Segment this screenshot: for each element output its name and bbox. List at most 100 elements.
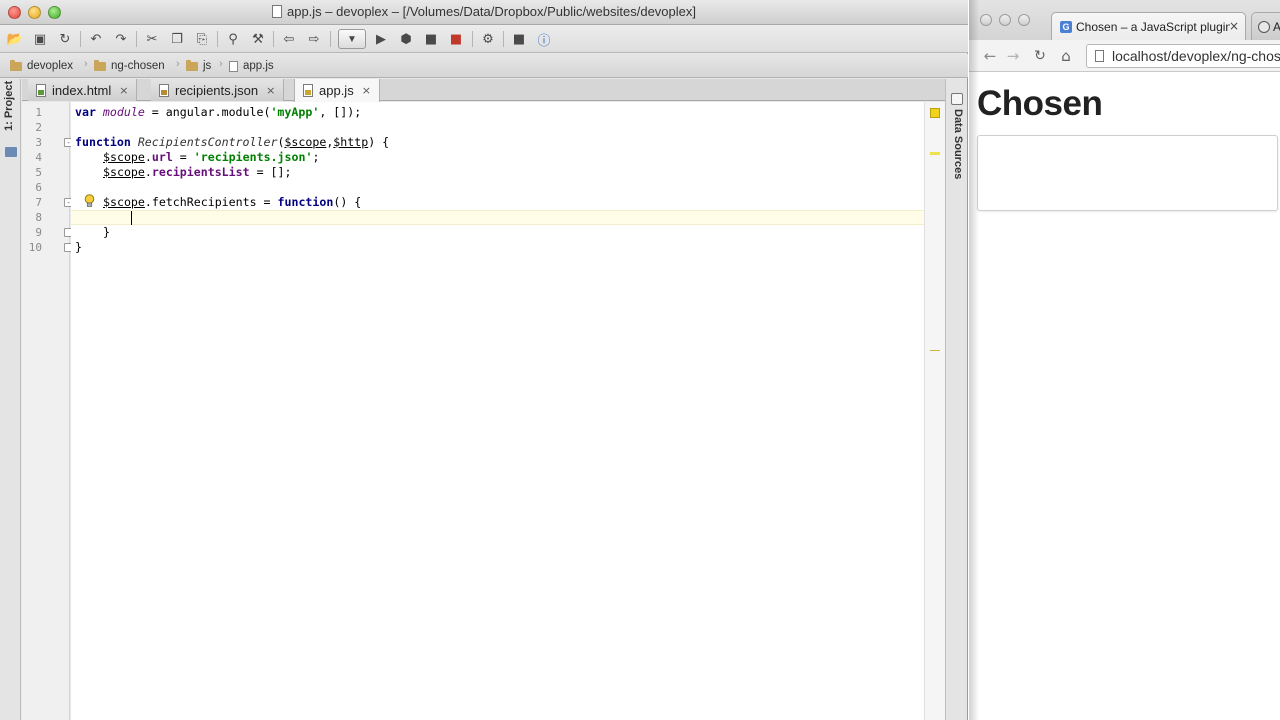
line-number: 5 <box>35 166 42 179</box>
main-toolbar: 📂 ▣ ↻ ↶ ↷ ✂ ❐ ⎘ ⚲ ⚒ ⇦ ⇨ ▼ ▶ ⬢ ■ ■ ⚙ ■ ⓘ <box>0 25 968 53</box>
code-editor[interactable]: var module = angular.module('myApp', [])… <box>71 102 924 720</box>
code-line-1: var module = angular.module('myApp', [])… <box>75 105 361 120</box>
browser-tab-active[interactable]: G Chosen – a JavaScript plugin × <box>1051 12 1246 40</box>
coverage-icon[interactable]: ■ <box>421 29 441 49</box>
google-favicon-icon: G <box>1060 20 1072 33</box>
code-line-10: } <box>75 240 82 254</box>
close-tab-button[interactable]: × <box>362 84 371 97</box>
keyword: function <box>277 195 334 209</box>
line-number: 9 <box>35 226 42 239</box>
breadcrumb: devoplex › ng-chosen › js › app.js <box>0 54 968 78</box>
parameter: $scope <box>103 150 145 164</box>
window-title: app.js – devoplex – [/Volumes/Data/Dropb… <box>0 4 968 19</box>
redo-icon[interactable]: ↷ <box>111 29 131 49</box>
line-number-gutter: 1 2 3 4 5 6 7 8 9 10 - - <box>22 102 73 720</box>
breadcrumb-label: devoplex <box>27 60 74 72</box>
breadcrumb-item[interactable]: js <box>186 58 211 74</box>
tab-app-js[interactable]: app.js × <box>294 79 380 102</box>
run-configuration-dropdown[interactable]: ▼ <box>338 29 366 49</box>
editor-tabbar: index.html × recipients.json × app.js × <box>22 79 945 102</box>
save-icon[interactable]: ▣ <box>30 29 50 49</box>
tab-label: recipients.json <box>175 82 259 98</box>
database-icon[interactable] <box>951 93 963 105</box>
browser-window: G Chosen – a JavaScript plugin × A ← → ↻… <box>969 0 1280 720</box>
string-literal: 'recipients.json' <box>193 150 313 164</box>
help-icon[interactable]: ⓘ <box>534 29 554 49</box>
tab-index-html[interactable]: index.html × <box>28 79 138 101</box>
line-number: 8 <box>35 211 42 224</box>
current-line-highlight <box>71 210 924 225</box>
page-icon <box>1095 50 1104 62</box>
breadcrumb-item[interactable]: app.js <box>229 58 274 74</box>
find-icon[interactable]: ⚲ <box>223 29 243 49</box>
breadcrumb-separator: › <box>176 58 180 70</box>
line-number: 1 <box>35 106 42 119</box>
code-text: . <box>144 150 152 164</box>
breadcrumb-label: js <box>203 60 212 72</box>
settings-icon[interactable]: ⚙ <box>478 29 498 49</box>
forward-arrow-icon[interactable]: → <box>1003 46 1023 66</box>
browser-page-content: Chosen <box>969 73 1280 720</box>
back-arrow-icon[interactable]: ← <box>980 46 1000 66</box>
breadcrumb-separator: › <box>219 58 223 70</box>
chosen-select-container[interactable] <box>977 135 1278 211</box>
project-tool-window-button[interactable]: 1: Project <box>3 81 19 157</box>
forward-navigation-icon[interactable]: ⇨ <box>304 29 324 49</box>
breadcrumb-item[interactable]: ng-chosen <box>94 58 165 74</box>
debug-icon[interactable]: ⬢ <box>396 29 416 49</box>
browser-close-button[interactable] <box>980 14 992 26</box>
warning-marker[interactable] <box>930 350 940 351</box>
property: url <box>151 150 173 164</box>
browser-minimize-button[interactable] <box>999 14 1011 26</box>
code-line-3: function RecipientsController($scope,$ht… <box>75 135 389 150</box>
structure-icon[interactable]: ■ <box>509 29 529 49</box>
sync-icon[interactable]: ↻ <box>55 29 75 49</box>
warning-marker[interactable] <box>930 152 940 155</box>
replace-icon[interactable]: ⚒ <box>248 29 268 49</box>
close-tab-button[interactable]: × <box>119 84 128 97</box>
browser-tab[interactable]: A <box>1251 12 1280 40</box>
close-tab-button[interactable]: × <box>266 84 275 97</box>
code-text: .fetchRecipients = <box>144 195 278 209</box>
lightbulb-icon[interactable] <box>83 194 96 208</box>
tab-recipients-json[interactable]: recipients.json × <box>151 79 285 101</box>
back-navigation-icon[interactable]: ⇦ <box>279 29 299 49</box>
error-stripe[interactable] <box>924 102 945 720</box>
parameter: $scope <box>103 195 145 209</box>
open-folder-icon[interactable]: 📂 <box>5 29 25 49</box>
js-file-icon <box>303 84 313 97</box>
close-tab-button[interactable]: × <box>1229 19 1239 33</box>
code-line-4: $scope.url = 'recipients.json'; <box>103 150 319 165</box>
reload-icon[interactable]: ↻ <box>1030 46 1050 66</box>
copy-icon[interactable]: ❐ <box>167 29 187 49</box>
browser-zoom-button[interactable] <box>1018 14 1030 26</box>
breadcrumb-item[interactable]: devoplex <box>10 58 73 74</box>
toolbar-divider <box>273 31 274 47</box>
window-title-text: app.js – devoplex – [/Volumes/Data/Dropb… <box>286 4 696 19</box>
stop-icon[interactable]: ■ <box>446 29 466 49</box>
inspection-status-icon[interactable] <box>930 108 940 118</box>
ide-titlebar: app.js – devoplex – [/Volumes/Data/Dropb… <box>0 0 968 25</box>
function-name: RecipientsController <box>137 135 278 149</box>
code-text: , []); <box>319 105 362 119</box>
keyword: var <box>75 105 103 119</box>
data-sources-tool-window-button[interactable]: Data Sources <box>952 109 964 179</box>
code-text: ) { <box>368 135 390 149</box>
json-file-icon <box>159 83 169 97</box>
parameter: $scope <box>284 135 327 149</box>
code-text: () { <box>333 195 362 209</box>
code-line-7: $scope.fetchRecipients = function() { <box>103 195 361 210</box>
browser-tab-title: A <box>1273 19 1280 34</box>
cut-icon[interactable]: ✂ <box>142 29 162 49</box>
paste-icon[interactable]: ⎘ <box>192 29 212 49</box>
tab-label: app.js <box>319 83 354 98</box>
browser-titlebar: G Chosen – a JavaScript plugin × A <box>969 0 1280 40</box>
home-icon[interactable]: ⌂ <box>1056 46 1076 66</box>
run-icon[interactable]: ▶ <box>371 29 391 49</box>
page-title: Chosen <box>977 84 1103 123</box>
parameter: $scope <box>103 165 145 179</box>
toolbar-divider <box>217 31 218 47</box>
address-bar[interactable]: localhost/devoplex/ng-chosen <box>1086 44 1280 68</box>
folder-icon <box>186 59 198 71</box>
undo-icon[interactable]: ↶ <box>86 29 106 49</box>
